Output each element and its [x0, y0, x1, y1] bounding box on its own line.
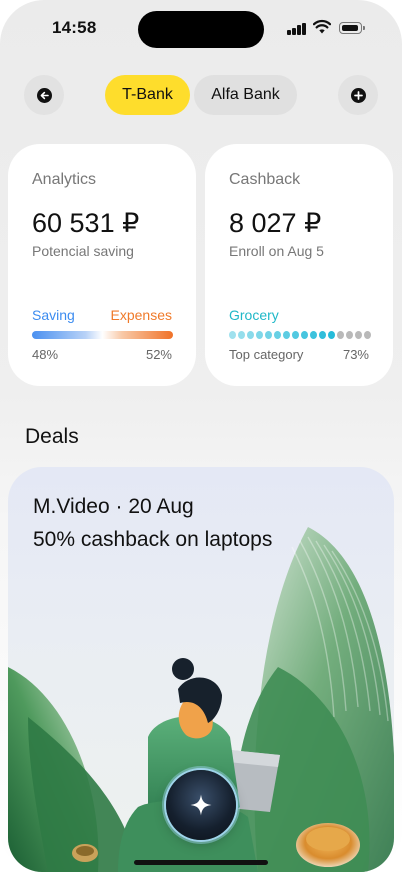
progress-dot: [319, 331, 326, 339]
analytics-title: Analytics: [32, 171, 97, 188]
cashback-title: Cashback: [229, 171, 301, 188]
expenses-label: Expenses: [110, 307, 172, 323]
progress-dot: [328, 331, 335, 339]
progress-dot: [256, 331, 263, 339]
progress-dot: [346, 331, 353, 339]
tab-t-bank[interactable]: T-Bank: [105, 75, 190, 115]
analytics-card[interactable]: Analytics 60 531 ₽ Potencial saving Savi…: [8, 144, 196, 386]
analytics-subtitle: Potencial saving: [32, 243, 134, 259]
add-button[interactable]: [338, 75, 378, 115]
cashback-subtitle: Enroll on Aug 5: [229, 243, 324, 259]
progress-dot: [364, 331, 371, 339]
progress-dot: [238, 331, 245, 339]
expenses-percent: 52%: [145, 347, 172, 362]
cashback-card[interactable]: Cashback 8 027 ₽ Enroll on Aug 5 Grocery…: [205, 144, 393, 386]
back-arrow-icon: [36, 87, 52, 103]
progress-dot: [274, 331, 281, 339]
plus-icon: [350, 87, 366, 103]
progress-dot: [283, 331, 290, 339]
deals-heading: Deals: [25, 425, 79, 448]
grocery-label: Grocery: [229, 307, 279, 323]
wifi-icon: [313, 19, 331, 34]
progress-dot: [310, 331, 317, 339]
saving-percent: 48%: [32, 347, 59, 362]
progress-dot: [355, 331, 362, 339]
progress-dot: [265, 331, 272, 339]
analytics-value: 60 531 ₽: [32, 208, 140, 238]
deal-merchant-date: M.Video · 20 Aug: [33, 495, 194, 518]
saving-label: Saving: [32, 307, 75, 323]
cashback-value: 8 027 ₽: [229, 208, 322, 238]
assistant-button[interactable]: [166, 770, 236, 840]
progress-dot: [301, 331, 308, 339]
tab-alfa-bank[interactable]: Alfa Bank: [194, 75, 297, 115]
phone-screen: 14:58 T-Bank Alfa Bank Analytics 60 531 …: [0, 0, 402, 874]
battery-icon: [339, 22, 365, 34]
sparkle-icon: [190, 794, 212, 816]
deal-offer: 50% cashback on laptops: [33, 528, 273, 551]
cellular-signal-icon: [287, 21, 307, 35]
progress-dot: [292, 331, 299, 339]
back-button[interactable]: [24, 75, 64, 115]
progress-dot: [229, 331, 236, 339]
category-progress-dots: [229, 331, 371, 339]
top-category-caption: Top category: [229, 347, 304, 362]
progress-dot: [337, 331, 344, 339]
top-category-percent: 73%: [342, 347, 369, 362]
dynamic-island: [138, 11, 264, 48]
saving-expenses-bar: [32, 331, 173, 339]
status-time: 14:58: [52, 18, 97, 37]
home-indicator: [134, 860, 268, 865]
progress-dot: [247, 331, 254, 339]
